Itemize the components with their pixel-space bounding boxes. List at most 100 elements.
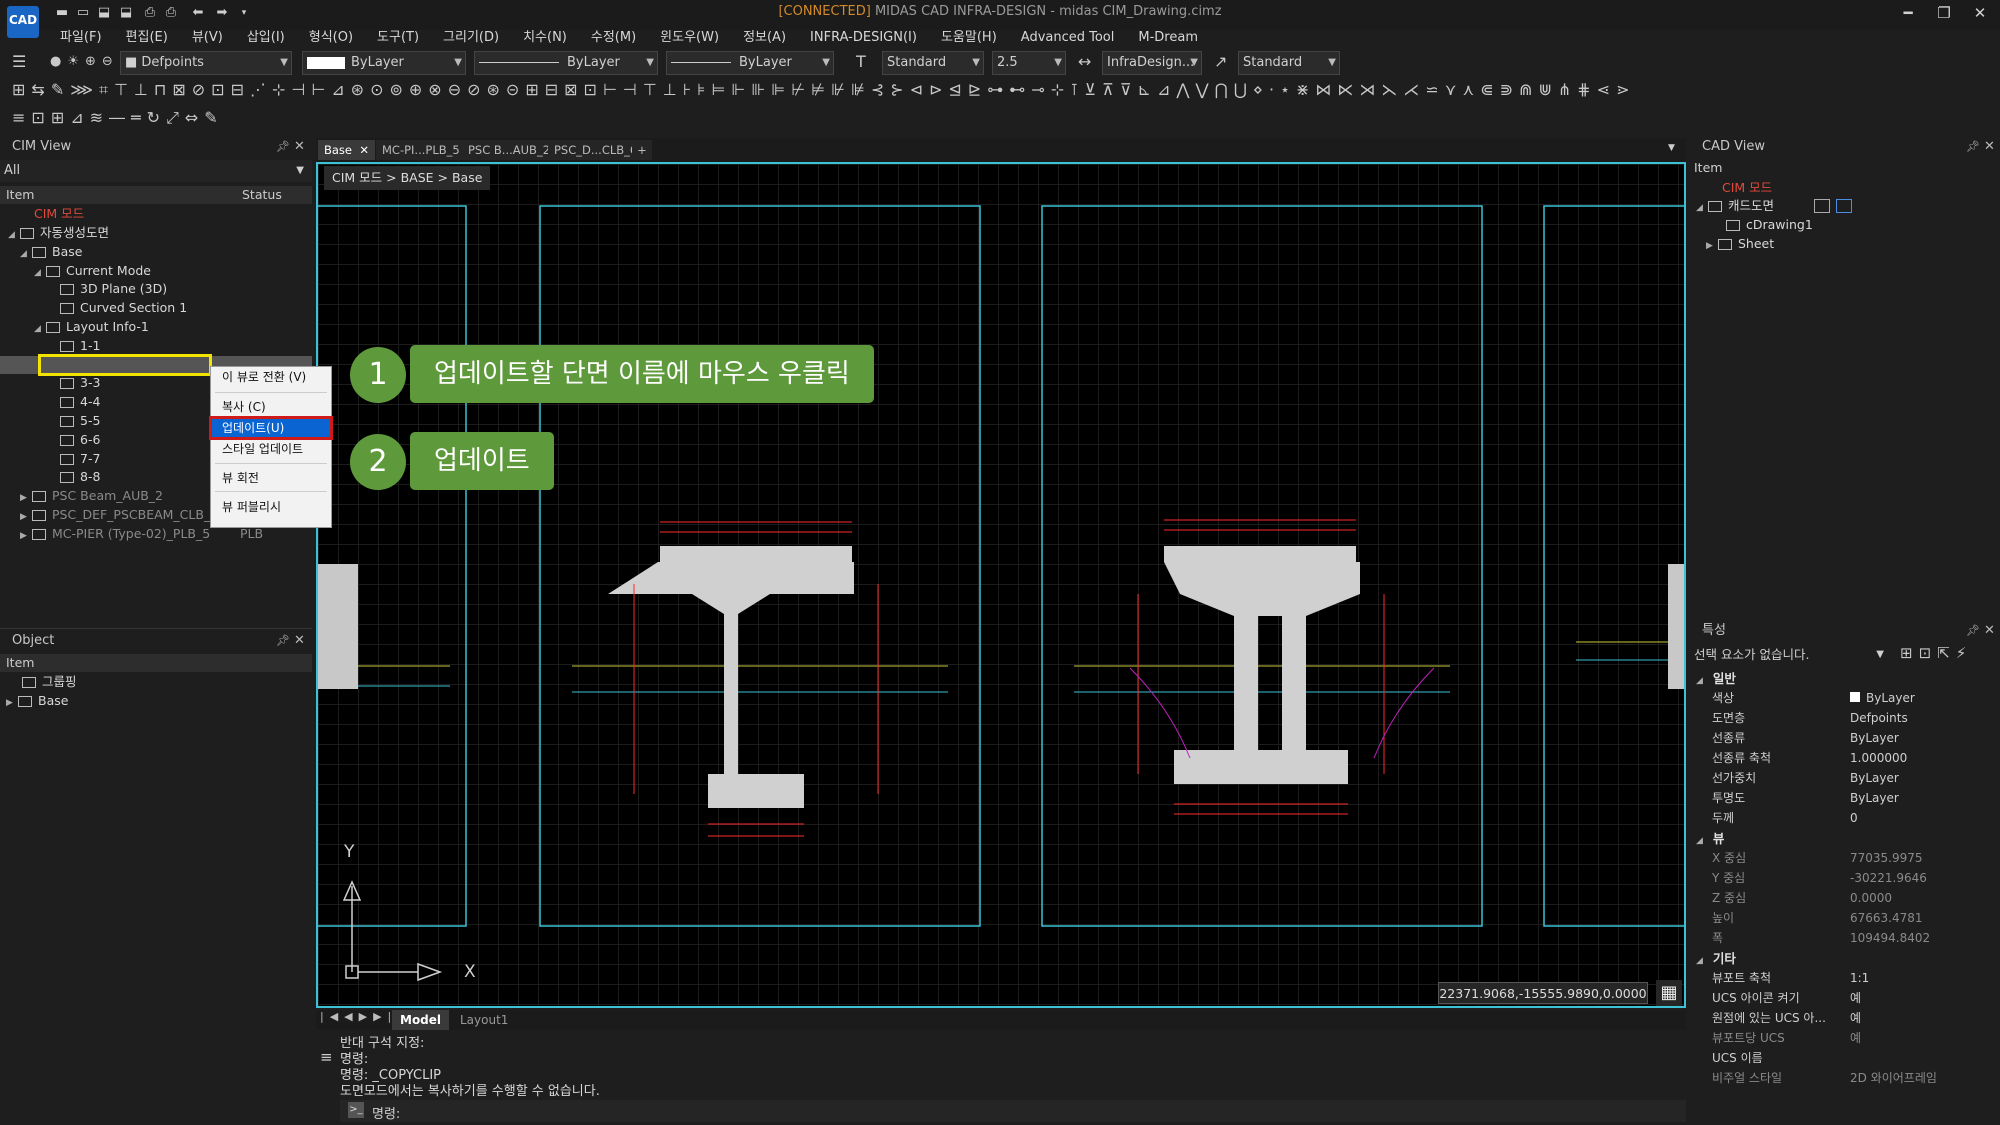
cim-tree-item[interactable]: 6-6 — [48, 431, 100, 449]
property-row[interactable]: 색상 ByLayer — [1690, 688, 2000, 708]
expand-icon[interactable]: ◢ — [20, 245, 32, 263]
menu-style-update[interactable]: 스타일 업데이트 — [212, 440, 330, 458]
menu-item[interactable]: M-Dream — [1138, 28, 1198, 47]
linetype-dropdown[interactable]: ByLayer ▼ — [474, 51, 658, 75]
cim-tree-item[interactable]: ◢ Current Mode — [34, 262, 151, 280]
multileader-style-icon[interactable]: ↗ — [1214, 52, 1238, 71]
menu-item[interactable]: 정보(A) — [743, 24, 786, 47]
grid-toggle-icon[interactable]: ▦ — [1656, 980, 1682, 1006]
cim-tree-item[interactable]: ▶ PSC Beam_AUB_2 — [20, 487, 163, 505]
property-row[interactable]: 선종류 축척 1.000000 — [1690, 748, 2000, 768]
cim-tree-item[interactable]: 3D Plane (3D) — [48, 280, 167, 298]
property-section[interactable]: ◢ 기타 — [1696, 948, 1736, 967]
menu-rotate-view[interactable]: 뷰 회전 — [212, 469, 330, 487]
text-height-dropdown[interactable]: 2.5 ▼ — [992, 51, 1066, 75]
property-row[interactable]: Z 중심 0.0000 — [1690, 888, 2000, 908]
cad-view-icon-b[interactable] — [1836, 199, 1852, 213]
cim-tree-item[interactable]: ◢ Base — [20, 243, 82, 261]
text-style-dropdown[interactable]: Standard ▼ — [882, 51, 984, 75]
cim-tree-item[interactable]: 3-3 — [48, 374, 100, 392]
menu-update[interactable]: 업데이트(U) — [209, 416, 333, 440]
close-button[interactable]: ✕ — [1962, 2, 1998, 24]
menu-item[interactable]: 도구(T) — [377, 24, 419, 47]
menu-item[interactable]: INFRA-DESIGN(I) — [810, 28, 917, 47]
menu-item[interactable]: 치수(N) — [523, 24, 567, 47]
tab-list-dropdown-icon[interactable]: ▼ — [1668, 143, 1675, 153]
cim-tree-item[interactable]: 8-8 — [48, 468, 100, 486]
cim-tree-item[interactable]: ▶ MC-PIER (Type-02)_PLB_5 PLB — [20, 525, 263, 543]
prop-pin-icon[interactable]: 📌︎ — [1966, 624, 1980, 637]
cim-tree-item[interactable]: Curved Section 1 — [48, 299, 187, 317]
layout-nav-icons[interactable]: |◀◀▶▶| — [320, 1010, 397, 1023]
cim-tree-item[interactable]: 4-4 — [48, 393, 100, 411]
property-section[interactable]: ◢ 일반 — [1696, 668, 1736, 687]
menu-item[interactable]: 수정(M) — [591, 24, 636, 47]
property-row[interactable]: 원점에 있는 UCS 아... 예 — [1690, 1008, 2000, 1028]
dim-style-dropdown[interactable]: InfraDesign... ▼ — [1102, 51, 1202, 75]
command-input[interactable] — [340, 1100, 1686, 1122]
cim-tree-item[interactable]: 1-1 — [48, 337, 100, 355]
lineweight-dropdown[interactable]: ByLayer ▼ — [666, 51, 834, 75]
expand-icon[interactable]: ◢ — [34, 264, 46, 282]
draw-tools-toolbar[interactable]: ⊞⇆✎⋙⌗⊤⊥⊓⊠⊘⊡⊟⋰⊹⊣⊢⊿⊛⊙⊚⊕⊗⊖⊘⊛⊝⊞⊟⊠⊡⊢⊣⊤⊥⊦⊧⊨⊩⊪⊫… — [12, 80, 1702, 100]
cad-close-icon[interactable]: ✕ — [1984, 139, 1995, 154]
menu-item[interactable]: Advanced Tool — [1021, 28, 1115, 47]
doc-tab-base[interactable]: Base ✕ — [318, 140, 375, 160]
layer-dropdown[interactable]: ■ Defpoints ▼ — [120, 51, 292, 75]
color-dropdown[interactable]: ByLayer ▼ — [302, 51, 466, 75]
doc-tab-mc-pier[interactable]: MC-PI...PLB_5 — [376, 140, 466, 160]
property-row[interactable]: UCS 이름 — [1690, 1048, 2000, 1068]
menu-item[interactable]: 그리기(D) — [443, 24, 499, 47]
menu-item[interactable]: 윈도우(W) — [660, 24, 719, 47]
property-row[interactable]: 폭 109494.8402 — [1690, 928, 2000, 948]
doc-tab-psc-def[interactable]: PSC_D...CLB_6 — [548, 140, 644, 160]
property-row[interactable]: 비주얼 스타일 2D 와이어프레임 — [1690, 1068, 2000, 1088]
close-icon[interactable]: ✕ — [294, 139, 305, 154]
object-row-base[interactable]: ▶ Base — [6, 692, 68, 710]
expand-icon[interactable]: ◢ — [34, 320, 46, 338]
property-row[interactable]: 높이 67663.4781 — [1690, 908, 2000, 928]
prop-close-icon[interactable]: ✕ — [1984, 623, 1995, 638]
cim-tree-item[interactable]: 7-7 — [48, 450, 100, 468]
property-row[interactable]: 선종류 ByLayer — [1690, 728, 2000, 748]
menu-switch-view[interactable]: 이 뷰로 전환 (V) — [212, 368, 330, 386]
cad-tree-item[interactable]: ◢ 캐드도면 — [1696, 197, 1774, 215]
layout-tab-layout1[interactable]: Layout1 — [452, 1010, 516, 1030]
pin-icon[interactable]: 📌︎ — [276, 140, 290, 153]
selection-tool-icons[interactable]: ⊞⊡⇱⚡ — [1900, 644, 2000, 662]
cim-tree-item[interactable]: ▶ PSC_DEF_PSCBEAM_CLB_6 — [20, 506, 218, 524]
property-row[interactable]: Y 중심 -30221.9646 — [1690, 868, 2000, 888]
property-row[interactable]: 투명도 ByLayer — [1690, 788, 2000, 808]
cad-pin-icon[interactable]: 📌︎ — [1966, 140, 1980, 153]
property-row[interactable]: UCS 아이콘 켜기 예 — [1690, 988, 2000, 1008]
property-row[interactable]: 뷰포트 축척 1:1 — [1690, 968, 2000, 988]
menu-item[interactable]: 편집(E) — [126, 24, 168, 47]
command-menu-icon[interactable]: ≡ — [320, 1048, 333, 1066]
menu-publish-view[interactable]: 뷰 퍼블리시 — [212, 498, 330, 516]
minimize-button[interactable]: ━ — [1890, 2, 1926, 24]
cad-tree-item[interactable]: ▶ Sheet — [1706, 235, 1774, 253]
property-row[interactable]: 뷰포트당 UCS 예 — [1690, 1028, 2000, 1048]
property-section[interactable]: ◢ 뷰 — [1696, 828, 1724, 847]
doc-tab-psc-beam[interactable]: PSC B...AUB_2 — [462, 140, 557, 160]
expand-icon[interactable]: ◢ — [8, 226, 20, 244]
layout-tab-model[interactable]: Model — [392, 1010, 450, 1030]
selection-dropdown[interactable]: 선택 요소가 없습니다. ▼ — [1694, 644, 1884, 666]
text-style-icon[interactable]: T — [856, 52, 880, 71]
object-close-icon[interactable]: ✕ — [294, 633, 305, 648]
cim-tree-item[interactable]: ◢ Layout Info-1 — [34, 318, 149, 336]
menu-item[interactable]: 형식(O) — [309, 24, 353, 47]
property-row[interactable]: 도면층 Defpoints — [1690, 708, 2000, 728]
maximize-button[interactable]: ❐ — [1926, 2, 1962, 24]
object-pin-icon[interactable]: 📌︎ — [276, 634, 290, 647]
menu-copy[interactable]: 복사 (C) — [212, 398, 330, 416]
menu-item[interactable]: 뷰(V) — [192, 24, 223, 47]
cim-tree-item[interactable]: 5-5 — [48, 412, 100, 430]
property-row[interactable]: 선가중치 ByLayer — [1690, 768, 2000, 788]
menu-item[interactable]: 도움말(H) — [941, 24, 997, 47]
cad-tree-item[interactable]: cDrawing1 — [1714, 216, 1813, 234]
modify-tools-toolbar[interactable]: ≡⊡⊞⊿≋―═↻⤢⇔✎ — [12, 108, 282, 128]
cim-tree-item[interactable]: ◢ 자동생성도면 — [8, 224, 109, 242]
property-row[interactable]: 두께 0 — [1690, 808, 2000, 828]
expand-icon[interactable]: ▶ — [20, 489, 32, 507]
